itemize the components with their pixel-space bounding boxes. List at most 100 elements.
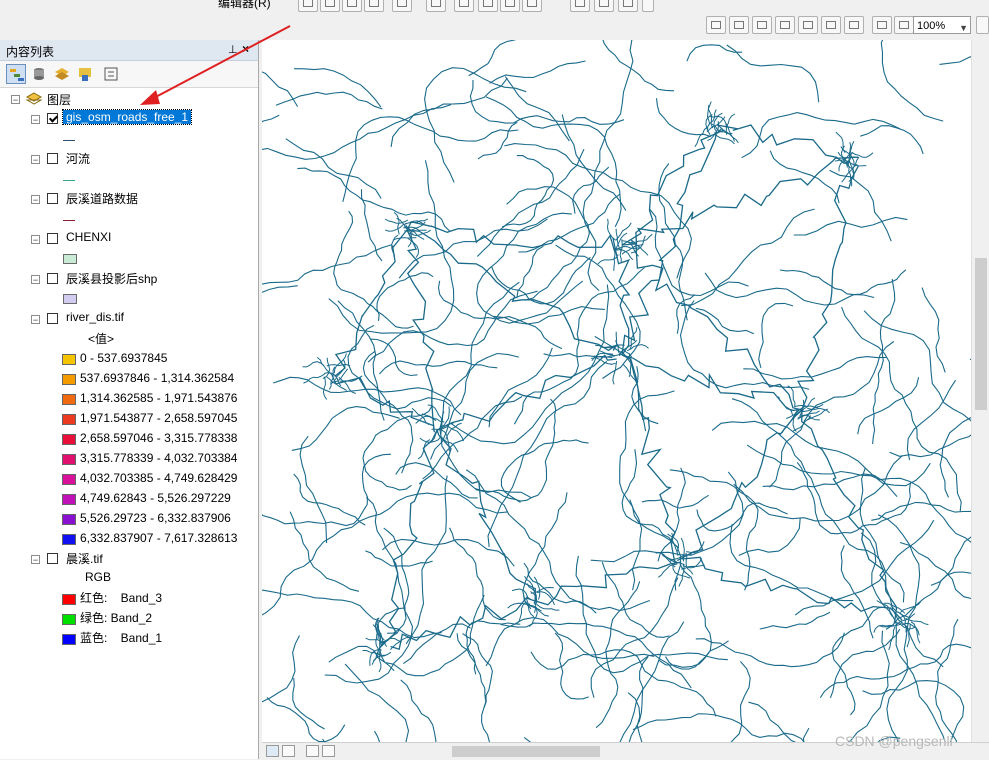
toolbar-tool-4[interactable]	[364, 0, 384, 12]
map-canvas[interactable]	[262, 40, 971, 742]
road	[806, 408, 828, 421]
fixed-zoom-in-icon[interactable]	[706, 16, 726, 34]
road	[322, 376, 328, 400]
road	[487, 360, 608, 547]
toolbar-tool-10[interactable]	[522, 0, 542, 12]
road	[762, 473, 898, 497]
road	[726, 44, 820, 103]
toolbar-tool-11[interactable]	[570, 0, 590, 12]
zoom-to-selection-icon[interactable]	[798, 16, 818, 34]
road	[476, 148, 585, 257]
collapse-toggle-root[interactable]: −	[11, 95, 20, 105]
road	[275, 91, 383, 110]
list-by-source-icon[interactable]	[29, 64, 49, 84]
layer-name-chenxi-roads[interactable]: 辰溪道路数据	[66, 190, 138, 207]
toolbar-tool-7[interactable]	[454, 0, 474, 12]
layer-symbol-roads	[63, 140, 75, 141]
full-extent-icon[interactable]	[775, 16, 795, 34]
road	[851, 151, 874, 158]
layer-name-river-dis[interactable]: river_dis.tif	[66, 310, 124, 324]
refresh-icon[interactable]	[306, 745, 319, 757]
toolbar-tool-6[interactable]	[426, 0, 446, 12]
pin-icon[interactable]: ⊥	[228, 43, 238, 56]
road	[658, 564, 712, 668]
collapse-toggle-chenxi[interactable]: −	[31, 235, 40, 245]
toolbar-overflow-chevron-icon[interactable]	[642, 0, 654, 12]
pan-hand-icon[interactable]	[752, 16, 772, 34]
next-extent-icon[interactable]	[844, 16, 864, 34]
vertical-scroll-thumb[interactable]	[975, 258, 987, 410]
list-by-visibility-icon[interactable]	[52, 64, 72, 84]
list-by-selection-icon[interactable]	[75, 64, 95, 84]
page-zoom-out-icon[interactable]	[894, 16, 914, 34]
layer-name-river[interactable]: 河流	[66, 150, 90, 167]
list-by-drawing-order-icon[interactable]	[6, 64, 26, 84]
layer-name-chenxi-tif[interactable]: 晨溪.tif	[66, 550, 103, 567]
layers-root-label[interactable]: 图层	[47, 91, 71, 108]
toolbar-tool-3[interactable]	[342, 0, 362, 12]
road	[400, 679, 437, 742]
editor-menu[interactable]: 编辑器(R)	[218, 0, 271, 11]
layer-name-county-shp[interactable]: 辰溪县投影后shp	[66, 270, 157, 287]
road	[793, 216, 908, 236]
collapse-toggle-chenxi-roads[interactable]: −	[31, 195, 40, 205]
road	[303, 373, 325, 384]
layer-visibility-checkbox-chenxi-roads[interactable]	[47, 193, 58, 204]
road	[681, 208, 815, 307]
layer-name-roads[interactable]: gis_osm_roads_free_1	[61, 109, 193, 125]
page-zoom-in-icon[interactable]	[872, 16, 892, 34]
road	[331, 374, 435, 433]
collapse-toggle-river[interactable]: −	[31, 155, 40, 165]
data-view-button[interactable]	[266, 745, 279, 757]
horizontal-scroll-thumb[interactable]	[452, 746, 600, 757]
toolbar-tool-8[interactable]	[478, 0, 498, 12]
road	[679, 300, 810, 390]
road	[621, 156, 859, 246]
road	[374, 730, 381, 742]
road	[841, 306, 962, 512]
collapse-toggle-county-shp[interactable]: −	[31, 275, 40, 285]
road	[342, 116, 519, 202]
collapse-toggle-roads[interactable]: −	[31, 115, 40, 125]
ramp-swatch	[62, 354, 76, 365]
toolbar-tool-2[interactable]	[320, 0, 340, 12]
toolbar-tool-13[interactable]	[618, 0, 638, 12]
toolbar-tool-1[interactable]	[298, 0, 318, 12]
rgb-swatch-blue	[62, 634, 76, 645]
ramp-label: 1,314.362585 - 1,971.543876	[80, 391, 238, 405]
ramp-label: 0 - 537.6937845	[80, 351, 168, 365]
toolbar-extra-button[interactable]	[976, 16, 989, 34]
road	[704, 272, 875, 306]
collapse-toggle-chenxi-tif[interactable]: −	[31, 555, 40, 565]
vertical-scrollbar[interactable]	[971, 40, 989, 742]
collapse-toggle-river-dis[interactable]: −	[31, 315, 40, 325]
close-icon[interactable]: ×	[242, 42, 249, 56]
layer-visibility-checkbox-county-shp[interactable]	[47, 273, 58, 284]
toolbar-tool-9[interactable]	[500, 0, 520, 12]
road	[344, 663, 410, 742]
road	[294, 68, 382, 108]
pause-drawing-icon[interactable]	[322, 745, 335, 757]
road	[322, 357, 331, 379]
previous-extent-icon[interactable]	[821, 16, 841, 34]
road	[469, 79, 625, 125]
layer-visibility-checkbox-chenxi[interactable]	[47, 233, 58, 244]
layout-view-button[interactable]	[282, 745, 295, 757]
road	[802, 727, 810, 742]
layers-icon	[26, 92, 42, 105]
road	[554, 632, 589, 700]
fixed-zoom-out-icon[interactable]	[729, 16, 749, 34]
layer-name-chenxi[interactable]: CHENXI	[66, 230, 111, 244]
zoom-percent-select[interactable]: 100% ▼	[913, 16, 971, 34]
road	[602, 40, 675, 92]
layer-visibility-checkbox-river[interactable]	[47, 153, 58, 164]
layer-visibility-checkbox-river-dis[interactable]	[47, 313, 58, 324]
toolbar-tool-12[interactable]	[594, 0, 614, 12]
ramp-swatch	[62, 434, 76, 445]
ramp-label: 4,032.703385 - 4,749.628429	[80, 471, 238, 485]
layer-visibility-checkbox-chenxi-tif[interactable]	[47, 553, 58, 564]
road	[921, 287, 946, 373]
toolbar-tool-5[interactable]	[392, 0, 412, 12]
options-icon[interactable]	[101, 64, 121, 84]
layer-visibility-checkbox-roads[interactable]	[47, 113, 58, 124]
